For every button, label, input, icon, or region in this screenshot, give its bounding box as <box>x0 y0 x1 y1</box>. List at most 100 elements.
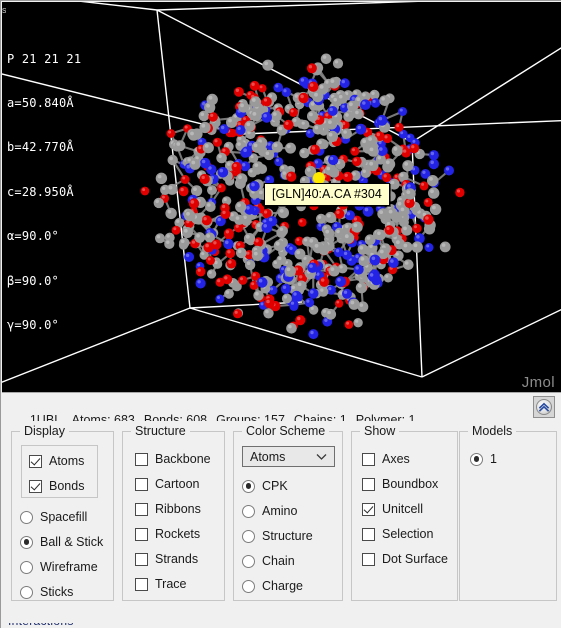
bottom-clipped-text: Interactions <box>8 623 74 628</box>
status-bar: 1UBI Atoms: 683 Bonds: 608 Groups: 157 Chain… <box>2 392 561 427</box>
checkbox-bonds-box[interactable] <box>29 479 42 493</box>
radio-spacefill[interactable]: Spacefill <box>20 508 87 526</box>
radio-ball-and-stick[interactable]: Ball & Stick <box>20 533 103 551</box>
checkbox-unitcell[interactable]: Unitcell <box>362 500 423 518</box>
checkbox-axes[interactable]: Axes <box>362 450 410 468</box>
radio-structure-label: Structure <box>262 529 313 543</box>
radio-cpk[interactable]: CPK <box>242 477 288 495</box>
checkbox-rockets-label: Rockets <box>155 527 201 541</box>
checkbox-bonds-label: Bonds <box>49 479 85 493</box>
checkbox-boundbox-box[interactable] <box>362 477 375 491</box>
checkbox-selection[interactable]: Selection <box>362 525 433 543</box>
radio-sticks[interactable]: Sticks <box>20 583 73 601</box>
checkbox-cartoon-box[interactable] <box>135 477 148 491</box>
checkbox-rockets[interactable]: Rockets <box>135 525 200 543</box>
checkbox-bonds[interactable]: Bonds <box>29 477 84 495</box>
cell-b-line: b=42.770Å <box>7 140 74 155</box>
molecule-viewport[interactable]: s P 21 21 21 a=50.840Å b=42.770Å c=28.95… <box>2 2 561 392</box>
show-panel: Show Axes Boundbox Unitcell Selection Do… <box>351 424 458 601</box>
checkbox-trace-label: Trace <box>155 577 187 591</box>
jmol-watermark: Jmol <box>521 374 555 391</box>
cell-gamma-line: γ=90.0° <box>7 317 59 332</box>
radio-model-1[interactable]: 1 <box>470 450 497 468</box>
checkbox-atoms-box[interactable] <box>29 454 42 468</box>
radio-spacefill-label: Spacefill <box>40 510 88 524</box>
checkbox-axes-label: Axes <box>382 452 410 466</box>
radio-charge-label: Charge <box>262 579 303 593</box>
checkbox-selection-label: Selection <box>382 527 434 541</box>
checkbox-atoms-label: Atoms <box>49 454 85 468</box>
radio-chain-label: Chain <box>262 554 295 568</box>
color-scheme-panel-title: Color Scheme <box>242 424 330 438</box>
radio-charge-control[interactable] <box>242 579 255 593</box>
radio-chain-control[interactable] <box>242 554 255 568</box>
checkbox-strands[interactable]: Strands <box>135 550 198 568</box>
chevron-down-icon <box>316 454 327 460</box>
checkbox-ribbons-box[interactable] <box>135 502 148 516</box>
checkbox-ribbons-label: Ribbons <box>155 502 201 516</box>
jmol-window: s P 21 21 21 a=50.840Å b=42.770Å c=28.95… <box>0 0 561 628</box>
models-panel-title: Models <box>468 424 517 438</box>
checkbox-ribbons[interactable]: Ribbons <box>135 500 201 518</box>
collapse-panel-button[interactable] <box>533 396 555 418</box>
controls-area: Display Atoms Bonds Spacefill Ball & Sti… <box>2 421 561 628</box>
checkbox-cartoon[interactable]: Cartoon <box>135 475 199 493</box>
cell-alpha-line: α=90.0° <box>7 229 59 244</box>
radio-wireframe-control[interactable] <box>20 560 33 574</box>
checkbox-axes-box[interactable] <box>362 452 375 466</box>
radio-ball-and-stick-control[interactable] <box>20 535 33 549</box>
radio-chain[interactable]: Chain <box>242 552 295 570</box>
display-panel: Display Atoms Bonds Spacefill Ball & Sti… <box>11 424 114 601</box>
models-panel: Models 1 <box>459 424 557 601</box>
radio-sticks-control[interactable] <box>20 585 33 599</box>
display-panel-title: Display <box>20 424 69 438</box>
structure-panel: Structure Backbone Cartoon Ribbons Rocke… <box>122 424 225 601</box>
checkbox-unitcell-label: Unitcell <box>382 502 423 516</box>
radio-amino-control[interactable] <box>242 504 255 518</box>
checkbox-strands-label: Strands <box>155 552 199 566</box>
structure-panel-title: Structure <box>131 424 190 438</box>
checkbox-backbone[interactable]: Backbone <box>135 450 211 468</box>
display-checkbox-box: Atoms Bonds <box>21 445 98 498</box>
spacegroup-line: P 21 21 21 <box>7 51 82 66</box>
radio-model-1-label: 1 <box>490 452 497 466</box>
checkbox-cartoon-label: Cartoon <box>155 477 200 491</box>
radio-sticks-label: Sticks <box>40 585 74 599</box>
color-scheme-dropdown[interactable]: Atoms <box>242 446 335 467</box>
radio-model-1-control[interactable] <box>470 452 483 466</box>
checkbox-dot-surface[interactable]: Dot Surface <box>362 550 448 568</box>
radio-wireframe-label: Wireframe <box>40 560 98 574</box>
checkbox-dot-surface-label: Dot Surface <box>382 552 449 566</box>
radio-spacefill-control[interactable] <box>20 510 33 524</box>
checkbox-atoms[interactable]: Atoms <box>29 452 84 470</box>
checkbox-selection-box[interactable] <box>362 527 375 541</box>
checkbox-strands-box[interactable] <box>135 552 148 566</box>
radio-structure-control[interactable] <box>242 529 255 543</box>
color-scheme-dropdown-value: Atoms <box>250 449 286 464</box>
checkbox-trace-box[interactable] <box>135 577 148 591</box>
cell-beta-line: β=90.0° <box>7 273 59 288</box>
show-panel-title: Show <box>360 424 400 438</box>
radio-amino[interactable]: Amino <box>242 502 297 520</box>
radio-ball-and-stick-label: Ball & Stick <box>40 535 104 549</box>
checkbox-dot-surface-box[interactable] <box>362 552 375 566</box>
cell-c-line: c=28.950Å <box>7 184 74 199</box>
checkbox-trace[interactable]: Trace <box>135 575 187 593</box>
viewport-edge-glyph: s <box>2 4 6 16</box>
checkbox-backbone-box[interactable] <box>135 452 148 466</box>
double-chevron-up-icon <box>538 402 550 412</box>
radio-charge[interactable]: Charge <box>242 577 303 595</box>
checkbox-unitcell-box[interactable] <box>362 502 375 516</box>
color-scheme-panel: Color Scheme Atoms CPK Amino Structure C… <box>233 424 343 601</box>
checkbox-rockets-box[interactable] <box>135 527 148 541</box>
radio-amino-label: Amino <box>262 504 298 518</box>
checkbox-boundbox[interactable]: Boundbox <box>362 475 438 493</box>
radio-cpk-control[interactable] <box>242 479 255 493</box>
checkbox-boundbox-label: Boundbox <box>382 477 439 491</box>
checkbox-backbone-label: Backbone <box>155 452 211 466</box>
radio-structure[interactable]: Structure <box>242 527 313 545</box>
unitcell-parameters: P 21 21 21 a=50.840Å b=42.770Å c=28.950Å… <box>7 22 81 362</box>
radio-wireframe[interactable]: Wireframe <box>20 558 98 576</box>
cell-a-line: a=50.840Å <box>7 95 74 110</box>
atom-tooltip: [GLN]40:A.CA #304 <box>264 183 390 206</box>
